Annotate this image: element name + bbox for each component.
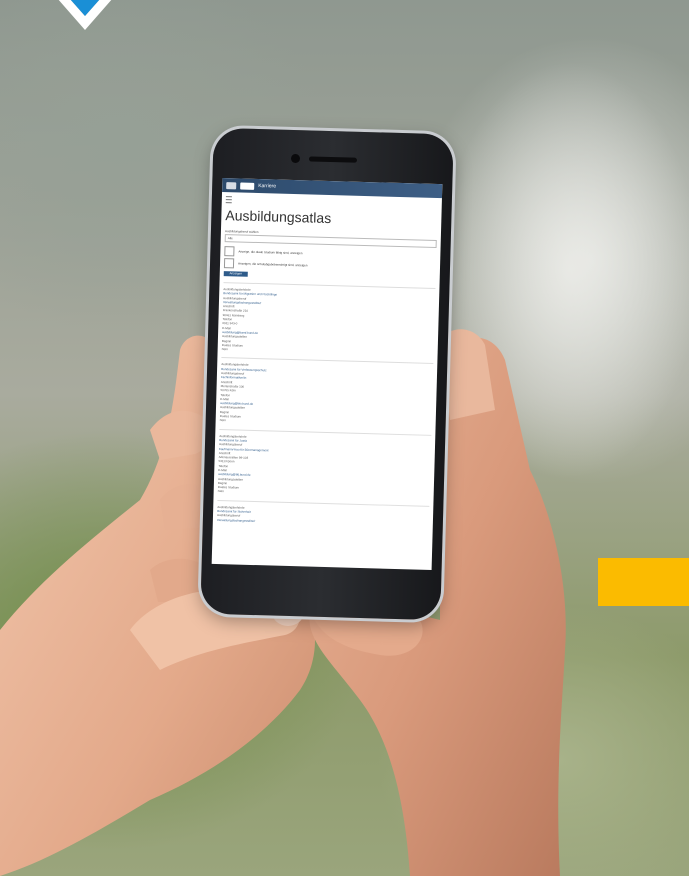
result-item: Ausbildungsbehörde Bundesamt für Migratio… (221, 282, 436, 358)
photo-scene: Karriere Ausbildungsatlas Ausbildungsber… (0, 0, 689, 876)
speaker-grille (308, 156, 358, 163)
result-item: Ausbildungsbehörde Bundesamt für Sicherhe… (216, 499, 430, 528)
result-item: Ausbildungsbehörde Bundesamt für Justiz Au… (217, 428, 432, 500)
submit-button[interactable]: Anzeigen (223, 271, 248, 277)
eagle-logo-icon (226, 181, 237, 189)
menu-icon[interactable] (225, 196, 232, 204)
checkbox-dual-study[interactable] (224, 246, 235, 257)
phone-screen: Karriere Ausbildungsatlas Ausbildungsber… (211, 178, 443, 570)
site-header: Karriere (222, 178, 443, 199)
brand-logo-icon (240, 182, 255, 190)
smartphone: Karriere Ausbildungsatlas Ausbildungsber… (200, 127, 454, 621)
results-list: Ausbildungsbehörde Bundesamt für Migratio… (213, 282, 440, 528)
brand-chevron-icon (58, 0, 112, 30)
result-item: Ausbildungsbehörde Bundesamt für Verfassu… (219, 357, 434, 429)
checkbox-label: Anzeigen, die schulabgabeberechtigt sind… (237, 261, 308, 268)
accent-bar (598, 558, 689, 606)
front-camera-icon (290, 153, 301, 164)
checkbox-label: Anzeige, die duale Studium fähig sind, a… (238, 249, 303, 256)
site-name[interactable]: Karriere (258, 183, 276, 189)
checkbox-school[interactable] (223, 258, 235, 269)
